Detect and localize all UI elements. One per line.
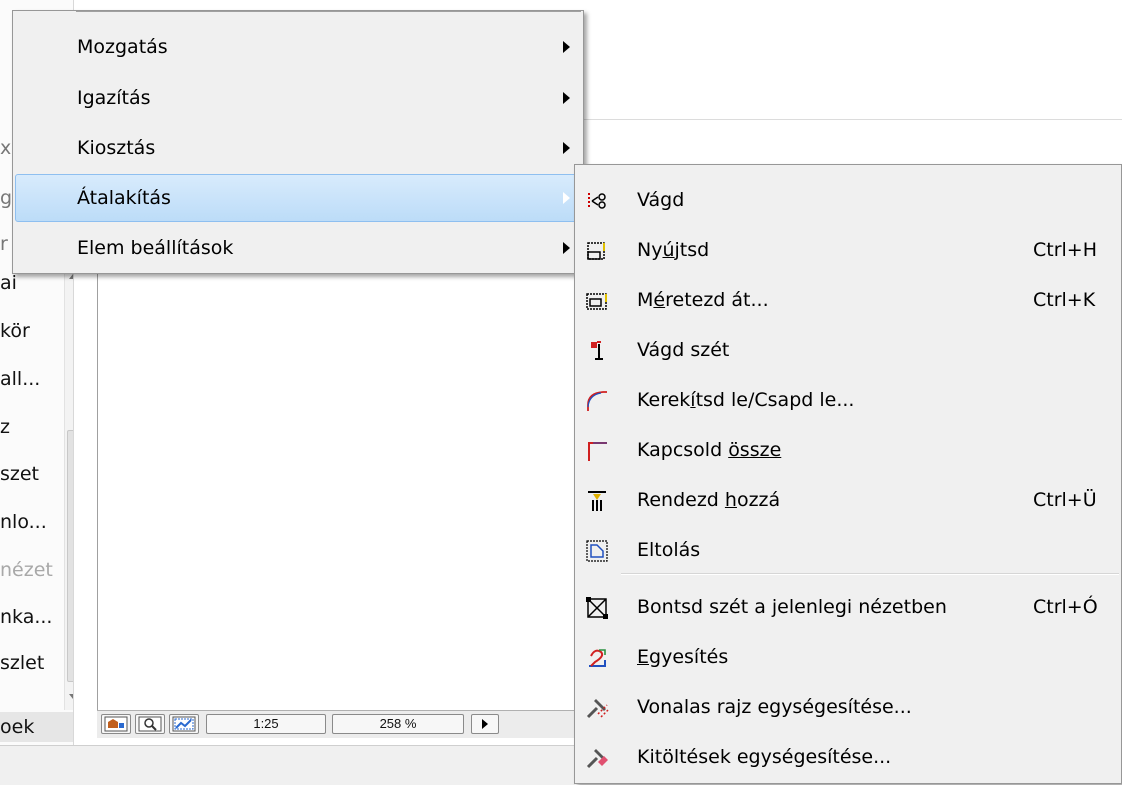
submenu-arrow-icon: [563, 41, 570, 53]
menu-item-kiosztas[interactable]: Kiosztás: [15, 124, 581, 172]
shortcut-text: Ctrl+Ü: [1033, 489, 1097, 511]
list-item-selected[interactable]: oek: [0, 712, 73, 742]
shortcut-text: Ctrl+K: [1033, 289, 1096, 311]
merge-icon: [589, 649, 606, 667]
stretch-icon: [587, 242, 605, 260]
submenu-item-label: Kitöltések egységesítése...: [637, 746, 892, 768]
submenu-item-kapcsold-ossze[interactable]: Kapcsold össze: [577, 426, 1119, 476]
menu-item-label: Mozgatás: [77, 36, 168, 58]
submenu-arrow-icon: [563, 192, 570, 204]
list-item[interactable]: nlo...: [0, 507, 47, 537]
submenu-arrow-icon: [563, 142, 570, 154]
submenu-item-egyesites[interactable]: Egyesítés: [577, 633, 1119, 683]
submenu-item-label: Vágd: [637, 189, 685, 211]
submenu-item-kitoltesek[interactable]: Kitöltések egységesítése...: [577, 733, 1119, 783]
play-right-icon: [482, 719, 488, 729]
list-item[interactable]: szlet: [0, 648, 44, 678]
magnifier-icon: [138, 716, 162, 732]
submenu-item-vonalas-rajz[interactable]: Vonalas rajz egységesítése...: [577, 683, 1119, 733]
adjust-icon: [588, 491, 606, 511]
connect-icon: [588, 442, 607, 461]
submenu-item-label: Nyújtsd: [637, 239, 710, 261]
shortcut-text: Ctrl+Ó: [1033, 596, 1098, 618]
zoom-view-button[interactable]: [135, 714, 165, 734]
submenu-item-rendezd-hozza[interactable]: Rendezd hozzá Ctrl+Ü: [577, 476, 1119, 526]
submenu-item-label: Rendezd hozzá: [637, 489, 781, 511]
menu-item-label: Kiosztás: [77, 137, 156, 159]
list-item[interactable]: z: [0, 412, 10, 442]
shortcut-text: Ctrl+H: [1033, 239, 1098, 261]
fit-view-button[interactable]: [169, 714, 199, 734]
submenu-item-label: Bontsd szét a jelenlegi nézetben: [637, 596, 947, 618]
scroll-up-icon[interactable]: [69, 274, 73, 279]
unify-lines-icon: [586, 699, 609, 719]
menu-item-label: Átalakítás: [77, 187, 171, 209]
list-item-fragment: r: [0, 233, 8, 255]
view-status-strip: 1:25 258 %: [97, 710, 575, 738]
menu-item-elem-beallitasok[interactable]: Elem beállítások: [15, 224, 581, 272]
view-home-button[interactable]: [101, 714, 131, 734]
scroll-down-icon[interactable]: [69, 694, 73, 699]
zoom-field[interactable]: 258 %: [332, 714, 464, 734]
submenu-item-nyujtsd[interactable]: Nyújtsd Ctrl+H: [577, 226, 1119, 276]
submenu-item-label: Eltolás: [637, 539, 701, 561]
drawing-canvas[interactable]: [97, 270, 575, 710]
submenu-arrow-icon: [563, 92, 570, 104]
fillet-icon: [587, 391, 607, 411]
status-bar: [0, 745, 575, 785]
menu-top-border: [76, 11, 581, 12]
explode-icon: [586, 597, 608, 619]
menu-separator: [621, 573, 1119, 575]
submenu-item-vagd[interactable]: Vágd: [577, 176, 1119, 226]
menu-item-mozgatas[interactable]: Mozgatás: [15, 23, 581, 71]
menu-item-atalakitas[interactable]: Átalakítás: [15, 174, 581, 222]
resize-icon: [586, 293, 607, 310]
submenu-item-label: Kapcsold össze: [637, 439, 782, 461]
home-view-icon: [104, 716, 128, 732]
toolbar-divider: [578, 119, 1122, 120]
split-icon: [591, 341, 603, 360]
menu-item-label: Igazítás: [77, 87, 151, 109]
submenu-arrow-icon: [563, 242, 570, 254]
submenu-item-label: Egyesítés: [637, 646, 729, 668]
submenu-item-label: Kerekítsd le/Csapd le...: [637, 389, 855, 411]
submenu-item-bontsd-szet[interactable]: Bontsd szét a jelenlegi nézetben Ctrl+Ó: [577, 583, 1119, 633]
list-item[interactable]: kör: [0, 316, 30, 346]
submenu-item-label: Vágd szét: [637, 339, 730, 361]
list-item[interactable]: all...: [0, 364, 40, 394]
list-item[interactable]: szet: [0, 459, 39, 489]
next-view-button[interactable]: [471, 714, 499, 734]
unify-fills-icon: [586, 749, 608, 769]
submenu-item-label: Vonalas rajz egységesítése...: [637, 696, 912, 718]
submenu-item-label: Méretezd át...: [637, 289, 769, 311]
submenu-item-kerekitsd[interactable]: Kerekítsd le/Csapd le...: [577, 376, 1119, 426]
submenu-atalakitas: Vágd Nyújtsd Ctrl+H Méretezd át... Ctrl+…: [574, 164, 1122, 784]
fit-window-icon: [172, 716, 196, 732]
submenu-item-vagd-szet[interactable]: Vágd szét: [577, 326, 1119, 376]
submenu-item-meretezd[interactable]: Méretezd át... Ctrl+K: [577, 276, 1119, 326]
trim-icon: [588, 193, 606, 209]
list-item-disabled: nézet: [0, 559, 53, 581]
list-item-fragment: g: [0, 187, 13, 209]
menu-item-igazitas[interactable]: Igazítás: [15, 74, 581, 122]
scale-field[interactable]: 1:25: [206, 714, 326, 734]
vertical-scrollbar[interactable]: [64, 270, 73, 710]
submenu-item-eltolas[interactable]: Eltolás: [577, 526, 1119, 576]
list-item[interactable]: nka...: [0, 602, 52, 632]
menu-item-label: Elem beállítások: [77, 237, 234, 259]
context-menu: Mozgatás Igazítás Kiosztás Átalakítás El…: [12, 10, 584, 274]
scroll-thumb[interactable]: [67, 430, 73, 682]
offset-icon: [586, 540, 608, 562]
list-item-fragment: x: [0, 137, 12, 159]
